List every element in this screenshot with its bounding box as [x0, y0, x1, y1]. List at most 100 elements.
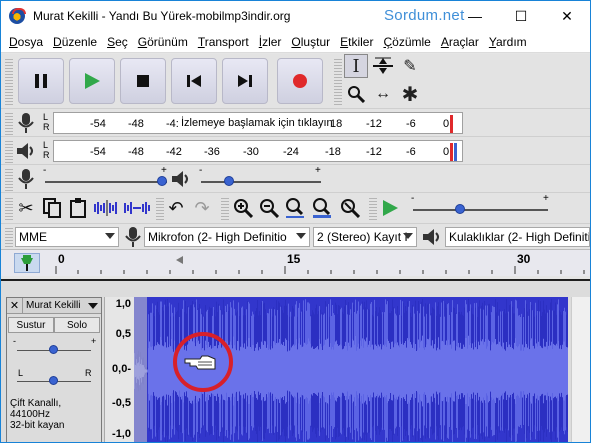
vertical-ruler[interactable]: 1,0 0,5 0,0- -0,5 -1,0 — [104, 297, 134, 442]
record-meter-tick: 18 — [330, 118, 343, 130]
track-name-bar: ✕ Murat Kekilli — [7, 298, 101, 314]
playback-meter-right-label: R — [43, 150, 50, 160]
tools-toolbar-grip[interactable] — [334, 57, 342, 107]
zoom-out-button[interactable] — [258, 197, 280, 219]
fit-selection-icon — [286, 198, 304, 218]
trim-audio-icon — [94, 200, 117, 216]
undo-button[interactable]: ↶ — [165, 197, 187, 219]
zoom-in-button[interactable] — [232, 197, 254, 219]
playback-volume-slider[interactable] — [201, 181, 321, 183]
window-title: Murat Kekilli - Yandı Bu Yürek-mobilmp3i… — [33, 9, 291, 23]
paste-icon — [70, 198, 86, 218]
time-shift-tool-button[interactable]: ↔ — [371, 82, 395, 106]
zoom-toggle-button[interactable] — [339, 197, 361, 219]
menu-dosya[interactable]: Dosya — [4, 35, 48, 49]
zoom-tool-button[interactable] — [344, 82, 368, 106]
zoom-out-icon — [260, 199, 279, 218]
audio-host-select[interactable]: MME — [15, 227, 119, 247]
pause-button[interactable] — [18, 58, 64, 104]
playback-meter-toolbar: L R -54 -48 -42 -36 -30 -24 -18 -12 -6 0 — [1, 136, 590, 164]
menu-yardim[interactable]: Yardım — [484, 35, 532, 49]
timeline-label: 15 — [287, 252, 301, 266]
zoom-toolbar-grip[interactable] — [221, 196, 229, 222]
menu-sec[interactable]: Seç — [102, 35, 133, 49]
envelope-tool-button[interactable] — [371, 54, 395, 78]
zoom-toggle-icon — [341, 199, 360, 218]
mixer-toolbar-grip[interactable] — [5, 167, 13, 191]
play-button[interactable] — [69, 58, 115, 104]
record-meter[interactable]: -54 -48 -4: İzlemeye başlamak için tıkla… — [53, 112, 463, 134]
recording-device-select[interactable]: Mikrofon (2- High Definitio — [144, 227, 310, 247]
trim-audio-button[interactable] — [93, 197, 121, 219]
playback-device-select[interactable]: Kulaklıklar (2- High Definiti — [445, 227, 590, 247]
skip-to-start-icon — [187, 75, 201, 87]
transport-toolbar-grip[interactable] — [5, 57, 13, 105]
timeline-scale[interactable]: 0 15 30 — [45, 252, 588, 274]
skip-to-end-button[interactable] — [222, 58, 268, 104]
pin-playhead-button[interactable] — [14, 253, 40, 273]
vruler-label: -0,5 — [112, 397, 131, 409]
solo-button[interactable]: Solo — [54, 317, 100, 333]
track-close-button[interactable]: ✕ — [7, 298, 23, 313]
play-speed-min: - — [411, 193, 415, 204]
fit-project-button[interactable] — [311, 197, 333, 219]
gain-thumb[interactable] — [49, 345, 58, 354]
record-volume-thumb[interactable] — [157, 176, 168, 186]
playback-meter-tick: -12 — [366, 146, 382, 158]
multi-tool-button[interactable]: ✱ — [398, 82, 422, 106]
play-at-speed-button[interactable] — [379, 197, 401, 219]
mute-button[interactable]: Sustur — [8, 317, 54, 333]
track-menu-arrow-icon[interactable] — [88, 303, 98, 309]
copy-button[interactable] — [41, 197, 63, 219]
paste-button[interactable] — [67, 197, 89, 219]
menu-duzenle[interactable]: Düzenle — [48, 35, 102, 49]
track-control-panel[interactable]: ✕ Murat Kekilli Sustur Solo - + L R Çift… — [6, 297, 102, 442]
menu-transport[interactable]: Transport — [193, 35, 254, 49]
recording-channels-select[interactable]: 2 (Stereo) Kayıt I — [313, 227, 417, 247]
selection-tool-button[interactable]: I — [344, 54, 368, 78]
minimize-button[interactable]: — — [452, 1, 498, 31]
waveform[interactable] — [134, 297, 568, 442]
undo-toolbar-grip[interactable] — [156, 196, 164, 222]
vertical-scrollbar[interactable] — [571, 297, 590, 442]
record-volume-slider[interactable] — [45, 181, 167, 183]
record-meter-grip[interactable] — [5, 111, 13, 135]
fit-selection-button[interactable] — [284, 197, 306, 219]
playback-meter-grip[interactable] — [5, 139, 13, 163]
timeline-ruler[interactable]: 0 15 30 — [1, 249, 590, 276]
pan-thumb[interactable] — [49, 376, 58, 385]
menu-cozumle[interactable]: Çözümle — [378, 35, 435, 49]
menu-olustur[interactable]: Oluştur — [286, 35, 335, 49]
track-format-line1: Çift Kanallı, 44100Hz — [10, 398, 62, 420]
menu-araclar[interactable]: Araçlar — [436, 35, 484, 49]
microphone-icon[interactable] — [17, 113, 35, 133]
play-speed-slider[interactable] — [413, 209, 548, 211]
play-icon — [85, 73, 100, 89]
menu-gorunum[interactable]: Görünüm — [133, 35, 193, 49]
play-at-speed-grip[interactable] — [369, 196, 377, 222]
record-button[interactable] — [277, 58, 323, 104]
silence-audio-button[interactable] — [123, 197, 151, 219]
playback-meter-tick: 0 — [443, 146, 450, 158]
menu-etkiler[interactable]: Etkiler — [335, 35, 378, 49]
close-button[interactable]: ✕ — [544, 1, 590, 31]
draw-tool-button[interactable]: ✎ — [398, 54, 422, 78]
copy-icon — [43, 198, 61, 218]
play-speed-thumb[interactable] — [455, 204, 466, 214]
edit-toolbar-grip[interactable] — [5, 196, 13, 222]
redo-button[interactable]: ↷ — [191, 197, 213, 219]
maximize-button[interactable]: ☐ — [498, 1, 544, 31]
menu-izler[interactable]: İzler — [254, 35, 287, 49]
stop-button[interactable] — [120, 58, 166, 104]
cut-button[interactable]: ✂ — [15, 197, 37, 219]
playback-meter-tick: -48 — [128, 146, 144, 158]
vruler-label: 1,0 — [115, 298, 131, 310]
vruler-label: 0,5 — [115, 328, 131, 340]
playback-meter[interactable]: -54 -48 -42 -36 -30 -24 -18 -12 -6 0 — [53, 140, 463, 162]
skip-to-start-button[interactable] — [171, 58, 217, 104]
track-name-menu[interactable]: Murat Kekilli — [26, 300, 80, 311]
device-toolbar-grip[interactable] — [5, 226, 13, 248]
record-volume-max: + — [161, 165, 167, 176]
speaker-icon[interactable] — [16, 141, 36, 161]
playback-volume-thumb[interactable] — [223, 176, 234, 186]
